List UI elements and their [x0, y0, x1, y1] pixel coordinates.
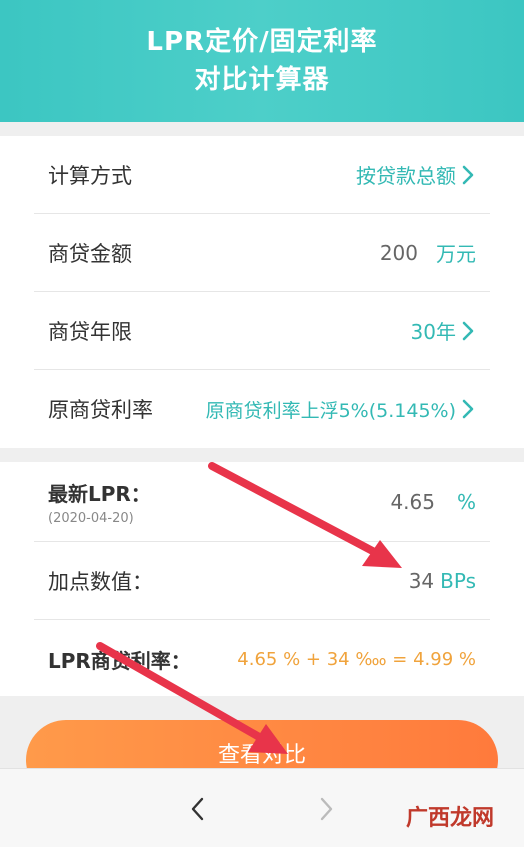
latest-lpr-unit: % [456, 489, 476, 514]
chevron-right-icon [460, 164, 476, 186]
chevron-right-icon[interactable] [314, 795, 338, 823]
loan-settings-card: 计算方式 按贷款总额 商贷金额 200 万元 商贷年限 30年 原商贷利率 原商… [0, 136, 524, 448]
latest-lpr-date: (2020-04-20) [48, 510, 134, 526]
chevron-left-icon[interactable] [186, 795, 210, 823]
bp-unit: BPs [440, 568, 476, 593]
calc-method-value: 按贷款总额 [356, 164, 456, 188]
latest-lpr-label: 最新LPR： [48, 481, 151, 506]
header-title-line2: 对比计算器 [194, 65, 330, 95]
watermark-text: 广西龙网 [405, 806, 494, 831]
bp-input[interactable]: 34 [409, 569, 434, 593]
header-title-line1: LPR定价/固定利率 [146, 27, 378, 57]
original-rate-value: 原商贷利率上浮5%(5.145%) [205, 399, 456, 422]
loan-amount-label: 商贷金额 [48, 241, 132, 266]
lpr-rate-formula: 4.65 % + 34 ‱ = 4.99 % [237, 648, 476, 670]
bp-label: 加点数值： [48, 569, 153, 594]
loan-amount-input[interactable]: 200 [380, 241, 418, 265]
chevron-right-icon [460, 320, 476, 342]
app-header: LPR定价/固定利率 对比计算器 [0, 0, 524, 122]
latest-lpr-row: 最新LPR： (2020-04-20) 4.65 % [34, 462, 490, 542]
latest-lpr-value: 4.65 [390, 489, 435, 514]
calc-method-label: 计算方式 [48, 163, 132, 188]
loan-term-row[interactable]: 商贷年限 30年 [34, 292, 490, 370]
chevron-right-icon [460, 398, 476, 420]
original-rate-label: 原商贷利率 [48, 398, 153, 422]
bp-row: 加点数值： 34 BPs [34, 542, 490, 620]
lpr-rate-label: LPR商贷利率： [48, 648, 191, 673]
lpr-card: 最新LPR： (2020-04-20) 4.65 % 加点数值： 34 BPs … [0, 462, 524, 696]
loan-term-label: 商贷年限 [48, 319, 132, 344]
loan-amount-unit: 万元 [436, 242, 476, 266]
loan-amount-row: 商贷金额 200 万元 [34, 214, 490, 292]
lpr-rate-row: LPR商贷利率： 4.65 % + 34 ‱ = 4.99 % [34, 620, 490, 698]
loan-term-value: 30年 [410, 320, 456, 344]
calc-method-row[interactable]: 计算方式 按贷款总额 [34, 136, 490, 214]
original-rate-row[interactable]: 原商贷利率 原商贷利率上浮5%(5.145%) [34, 370, 490, 448]
